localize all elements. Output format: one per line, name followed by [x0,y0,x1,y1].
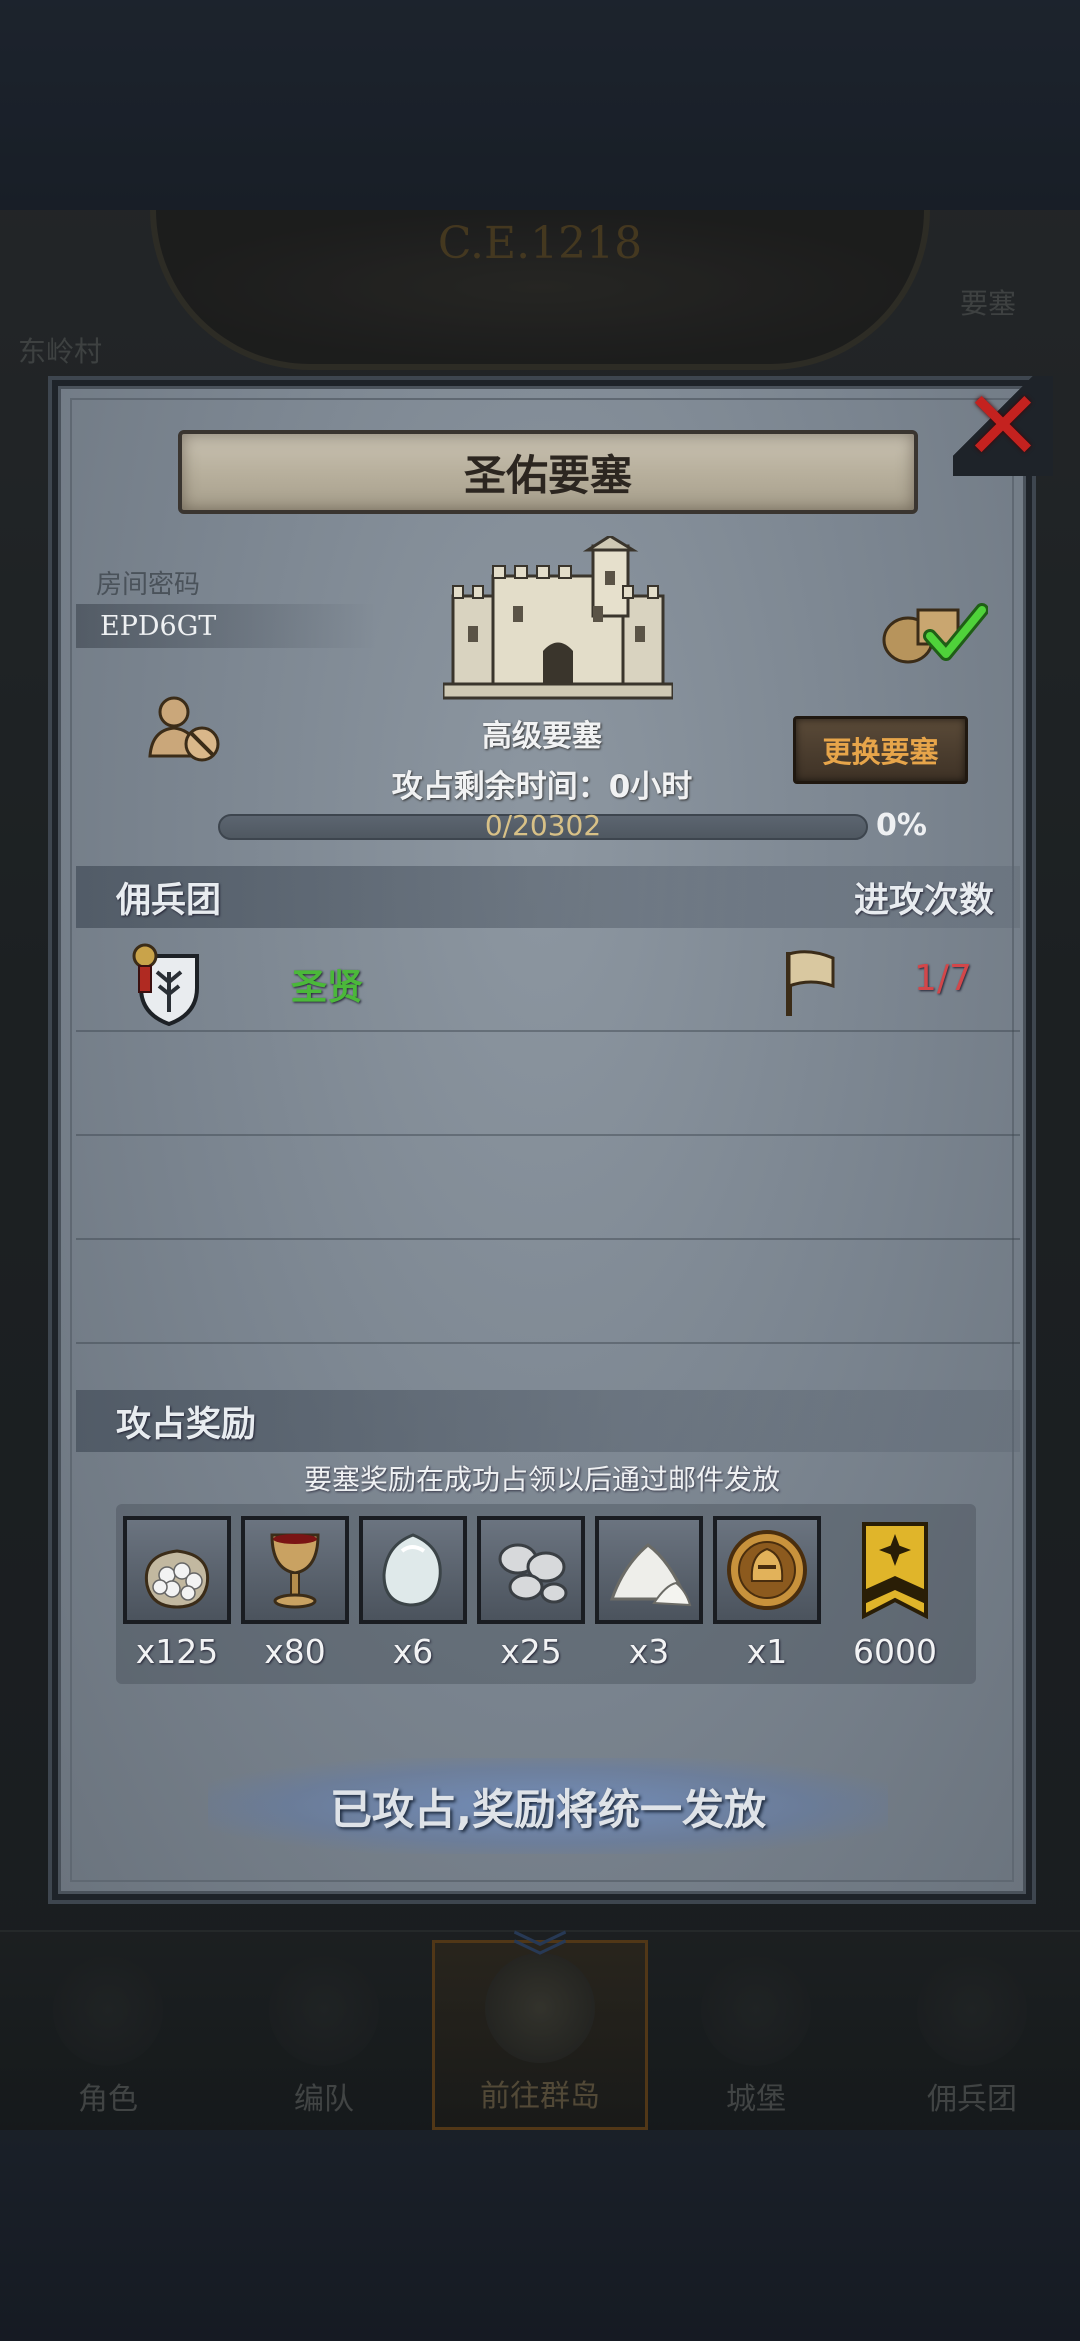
title-banner: 圣佑要塞 [178,430,918,514]
helmet-medal-icon [727,1530,807,1610]
rewards-header-label: 攻占奖励 [116,1404,257,1445]
reward-quantity: x6 [392,1632,434,1671]
mercenary-row[interactable]: 圣贤 1/7 [76,928,1020,1032]
guild-banner-icon [862,1522,928,1620]
room-code[interactable]: EPD6GT [76,604,376,648]
rewards-section-header: 攻占奖励 [76,1390,1020,1452]
reward-item[interactable]: x1 [712,1516,822,1671]
no-user-icon[interactable] [146,694,226,764]
reward-item[interactable]: x80 [240,1516,350,1671]
reward-item[interactable]: x25 [476,1516,586,1671]
empty-row [76,1032,1020,1136]
reward-quantity: x3 [628,1632,670,1671]
reward-quantity: 6000 [853,1632,937,1671]
progress-value: 0/20302 [484,809,602,842]
attack-count: 1/7 [914,958,972,999]
reward-quantity: x1 [746,1632,788,1671]
silver-coins-icon [498,1543,568,1604]
goblet-icon [270,1533,320,1609]
room-code-value: EPD6GT [100,610,217,642]
reward-item[interactable]: 6000 [840,1516,950,1671]
mercenary-section-header: 佣兵团 进攻次数 [76,866,1020,928]
salt-pile-icon [609,1543,692,1607]
guild-shield-icon [132,943,199,1026]
reward-quantity: x125 [135,1632,219,1671]
silver-sack-icon [144,1549,210,1609]
fortress-dialog: 圣佑要塞 ✕ 房间密码 EPD6GT 高级要塞 攻占剩余时间：0小时 更换要塞 … [52,370,1053,1900]
mercenary-header-label: 佣兵团 [116,880,222,921]
mercenary-name: 圣贤 [291,967,364,1008]
reward-item[interactable]: x6 [358,1516,468,1671]
change-fortress-button[interactable]: 更换要塞 [793,716,968,784]
attacks-header-label: 进攻次数 [853,880,994,921]
empty-row [76,1136,1020,1240]
close-button[interactable]: ✕ [953,370,1053,482]
empty-row [76,1240,1020,1344]
reward-item[interactable]: x125 [122,1516,232,1671]
dialog-title: 圣佑要塞 [463,450,632,500]
reward-item[interactable]: x3 [594,1516,704,1671]
loot-bag-check-icon[interactable] [878,596,988,666]
flag-icon [786,950,835,1016]
claim-status-button[interactable]: 已攻占,奖励将统一发放 [208,1758,888,1854]
room-password-label: 房间密码 [96,570,201,600]
close-icon: ✕ [962,370,1044,482]
rewards-list: x125 x80 x6 x25 x3 x1 6000 [116,1504,976,1684]
rewards-note: 要塞奖励在成功占领以后通过邮件发放 [303,1463,780,1496]
gem-stone-icon [382,1533,442,1607]
reward-quantity: x80 [264,1632,326,1671]
progress-percent: 0% [876,808,927,843]
reward-quantity: x25 [500,1632,562,1671]
castle-icon [443,536,673,700]
